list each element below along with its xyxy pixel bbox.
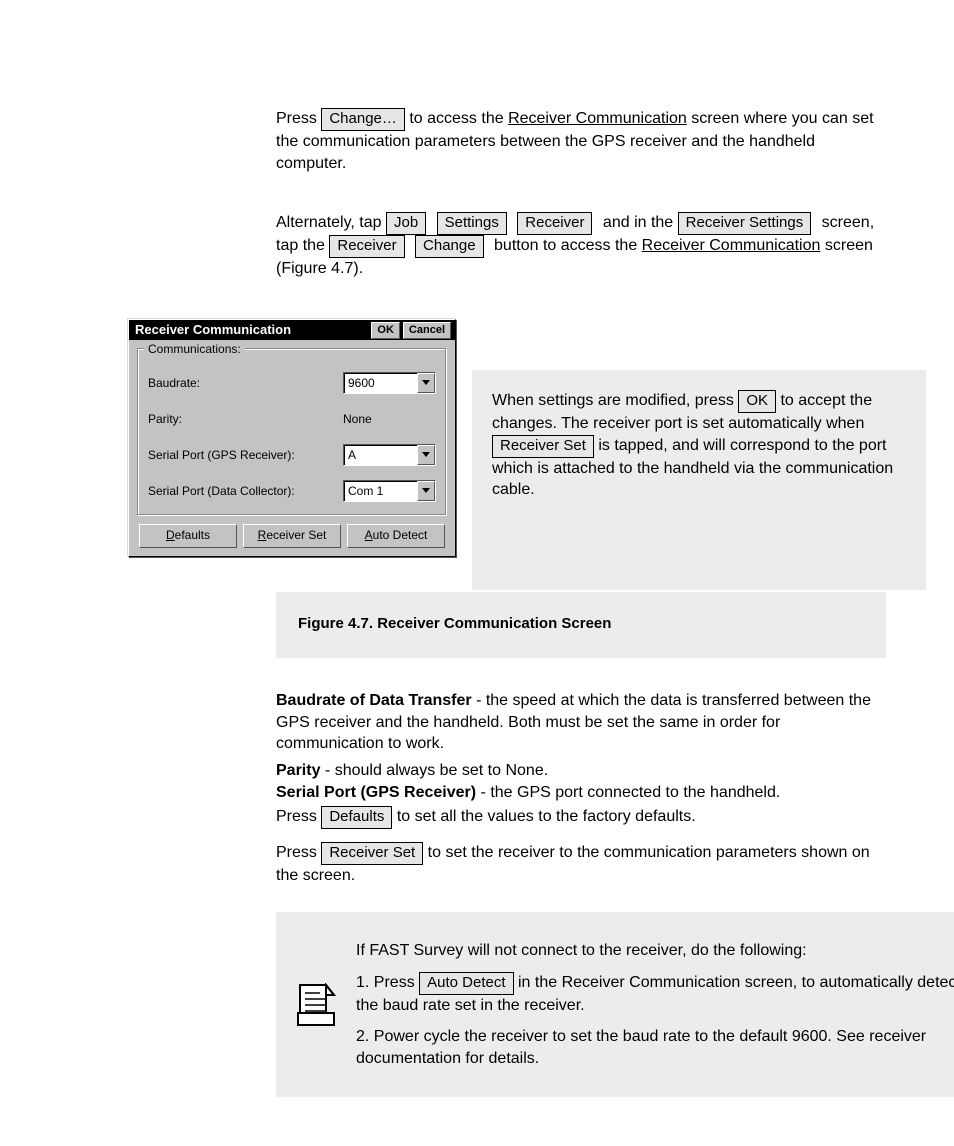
serial-gps-combo[interactable]: A [343,444,436,466]
row-parity: Parity: None [148,405,436,433]
communications-group: Communications: Baudrate: 9600 Parity: N… [137,348,447,516]
chevron-down-icon[interactable] [417,445,435,465]
baudrate-value: 9600 [344,375,417,391]
note-troubleshoot: If FAST Survey will not connect to the r… [276,912,954,1097]
text: Press [276,844,321,861]
text: When settings are modified, press [492,392,738,409]
link-receiver-communication[interactable]: Receiver Communication [508,110,687,127]
baudrate-label: Baudrate: [148,375,343,391]
change-button[interactable]: Change… [321,108,405,131]
breadcrumb-receiver[interactable]: Receiver [517,212,592,235]
list-number: 1. [356,974,374,991]
note-settings-modified: When settings are modified, press OK to … [472,370,926,590]
text: eceiver Set [266,528,326,542]
text: uto Detect [373,528,428,542]
row-serial-gps: Serial Port (GPS Receiver): A [148,441,436,469]
serial-gps-value: A [344,447,417,463]
parity-value: None [343,411,372,427]
link-receiver-communication-2[interactable]: Receiver Communication [642,237,821,254]
receiver-set-ref[interactable]: Receiver Set [492,435,594,458]
breadcrumb-change[interactable]: Change [415,235,484,258]
auto-detect-button-ref[interactable]: Auto Detect [419,972,513,995]
baudrate-desc-label: Baudrate of Data Transfer [276,692,472,709]
receiver-communication-dialog: Receiver Communication OK Cancel Communi… [128,319,456,557]
text: button to access the [494,237,642,254]
paragraph-intro: Press Change… to access the Receiver Com… [276,108,886,184]
text: - should always be set to None. [325,762,548,779]
dialog-button-row: Defaults Receiver Set Auto Detect [137,524,447,548]
breadcrumb-job[interactable]: Job [386,212,426,235]
text: - the GPS port connected to the handheld… [481,784,781,801]
breadcrumb-receiver-2[interactable]: Receiver [329,235,404,258]
dialog-title: Receiver Communication [133,321,368,339]
receiver-set-button-ref[interactable]: Receiver Set [321,842,423,865]
auto-detect-button[interactable]: Auto Detect [347,524,445,548]
caption-band: Figure 4.7. Receiver Communication Scree… [276,592,886,658]
ok-button-ref[interactable]: OK [738,390,776,413]
text: efaults [175,528,210,542]
figure-caption-text: Figure 4.7. Receiver Communication Scree… [276,592,886,634]
communications-legend: Communications: [144,341,245,357]
page: Communication Settings Press Change… to … [0,0,954,1146]
list-number: 2. [356,1028,374,1045]
baudrate-combo[interactable]: 9600 [343,372,436,394]
text: D [166,528,175,542]
breadcrumb-settings[interactable]: Settings [437,212,507,235]
serial-gps-label: Serial Port (GPS Receiver): [148,447,343,463]
text: and in the [603,214,678,231]
row-baudrate: Baudrate: 9600 [148,369,436,397]
parity-desc-label: Parity [276,762,320,779]
text: Power cycle the receiver to set the baud… [356,1028,926,1067]
defaults-line: Press Defaults to set all the values to … [276,806,886,839]
defaults-button[interactable]: Defaults [139,524,237,548]
text: A [365,528,373,542]
desc-baudrate: Baudrate of Data Transfer - the speed at… [276,690,886,765]
serial-dc-combo[interactable]: Com 1 [343,480,436,502]
chevron-down-icon[interactable] [417,481,435,501]
dialog-cancel-button[interactable]: Cancel [403,322,451,339]
text: R [258,528,267,542]
chevron-down-icon[interactable] [417,373,435,393]
serial-dc-label: Serial Port (Data Collector): [148,483,343,499]
text: to set all the values to the factory def… [397,808,696,825]
text: Press [276,808,321,825]
receiver-set-line: Press Receiver Set to set the receiver t… [276,842,886,897]
serial-desc-label: Serial Port (GPS Receiver) [276,784,476,801]
text: Press [276,110,321,127]
note-icon [296,983,336,1027]
dialog-ok-button[interactable]: OK [371,322,400,339]
dialog-titlebar: Receiver Communication OK Cancel [129,320,455,340]
row-serial-dc: Serial Port (Data Collector): Com 1 [148,477,436,505]
dialog-body: Communications: Baudrate: 9600 Parity: N… [129,340,455,556]
breadcrumb-receiver-settings[interactable]: Receiver Settings [678,212,812,235]
serial-dc-value: Com 1 [344,483,417,499]
defaults-button-ref[interactable]: Defaults [321,806,392,829]
parity-label: Parity: [148,411,343,427]
receiver-set-button[interactable]: Receiver Set [243,524,341,548]
paragraph-alt: Alternately, tap Job Settings Receiver a… [276,212,886,290]
note-intro: If FAST Survey will not connect to the r… [356,940,954,962]
text: to access the [409,110,508,127]
text: Press [374,974,419,991]
text: Alternately, tap [276,214,386,231]
